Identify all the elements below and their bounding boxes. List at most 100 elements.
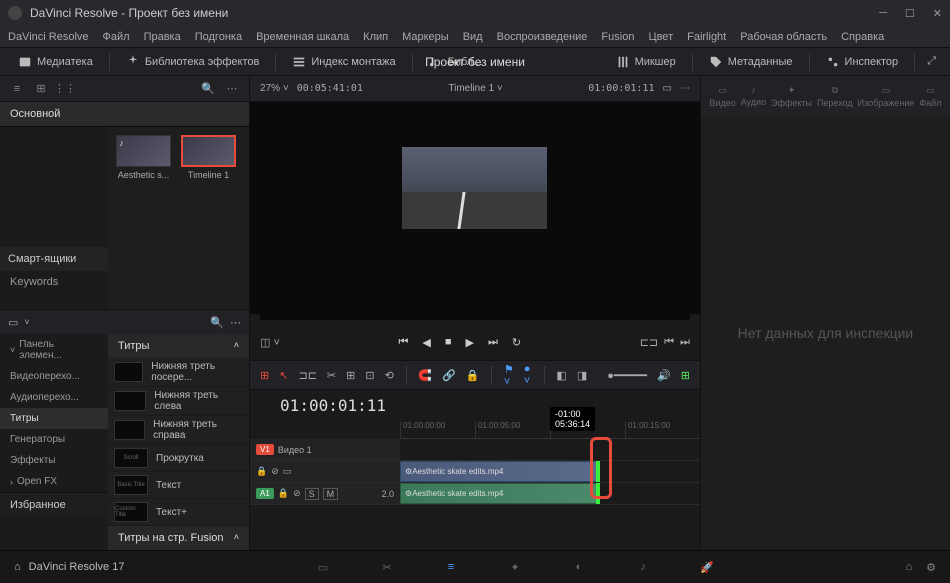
- mediateka-toggle[interactable]: Медиатека: [10, 52, 101, 72]
- nav-generators[interactable]: Генераторы: [0, 429, 108, 450]
- tab-transition[interactable]: ⧉Переход: [817, 85, 853, 108]
- tab-video[interactable]: ▭Видео: [709, 85, 735, 108]
- page-deliver[interactable]: 🚀: [695, 555, 719, 579]
- lock-button[interactable]: 🔒: [466, 369, 480, 382]
- page-color[interactable]: ◐: [567, 555, 591, 579]
- menu-file[interactable]: Файл: [103, 31, 130, 43]
- nav-audio-transitions[interactable]: Аудиоперехо...: [0, 387, 108, 408]
- next-edit-button[interactable]: ⏭: [680, 336, 690, 349]
- tab-file[interactable]: ▭Файл: [919, 85, 941, 108]
- menu-color[interactable]: Цвет: [648, 31, 673, 43]
- list-view-button[interactable]: ≡: [8, 80, 26, 98]
- clip-color-button[interactable]: ◧: [556, 369, 566, 382]
- effect-item[interactable]: Нижняя треть посере...: [108, 358, 249, 387]
- sort-button[interactable]: ⋮⋮: [56, 80, 74, 98]
- clip-thumb-timeline[interactable]: Timeline 1: [181, 135, 236, 180]
- effects-library-toggle[interactable]: Библиотека эффектов: [118, 52, 268, 72]
- flag-dropdown[interactable]: ⚑ ˅: [504, 363, 514, 388]
- mute-button[interactable]: M: [323, 488, 339, 500]
- customize-icon[interactable]: ⊞: [681, 369, 690, 382]
- viewer-mode-button[interactable]: ▭: [662, 83, 671, 94]
- clip-color-button-2[interactable]: ◨: [577, 369, 587, 382]
- marker-dropdown[interactable]: ● ˅: [524, 363, 532, 387]
- nav-openfx[interactable]: ›Open FX: [0, 471, 108, 492]
- options-icon[interactable]: ⋯: [230, 316, 241, 329]
- blade-tool[interactable]: ✂: [327, 369, 336, 382]
- menu-clip[interactable]: Клип: [363, 31, 388, 43]
- disable-icon[interactable]: ⊘: [271, 466, 279, 477]
- snap-button[interactable]: 🧲: [418, 369, 432, 382]
- tab-audio[interactable]: ♪Аудио: [741, 85, 766, 107]
- crop-tool-icon[interactable]: ◫ ˅: [260, 336, 280, 349]
- inspector-toggle[interactable]: Инспектор: [818, 52, 907, 72]
- smartbin-keywords[interactable]: Keywords: [0, 271, 108, 293]
- project-manager-icon[interactable]: ⌂: [905, 561, 912, 574]
- menu-workspace[interactable]: Рабочая область: [740, 31, 827, 43]
- timeline-selector[interactable]: Timeline 1 ˅: [448, 83, 502, 94]
- timeline-clip-video[interactable]: ⚙ Aesthetic skate edits.mp4: [400, 461, 600, 482]
- page-fusion[interactable]: ✦: [503, 555, 527, 579]
- overwrite-button[interactable]: ⊡: [365, 369, 374, 382]
- effect-item[interactable]: Нижняя треть слева: [108, 387, 249, 416]
- home-icon[interactable]: ⌂: [14, 561, 21, 573]
- mixer-toggle[interactable]: Микшер: [608, 52, 684, 72]
- zoom-slider[interactable]: ●━━━━━: [607, 369, 647, 382]
- track-header-a1[interactable]: A1 🔒 ⊘ S M 2.0: [250, 483, 400, 504]
- solo-button[interactable]: S: [305, 488, 319, 500]
- search-icon[interactable]: 🔍: [210, 316, 224, 329]
- nav-toolbox[interactable]: ˅Панель элемен...: [0, 334, 108, 366]
- timeline-view-icon[interactable]: ⊞: [260, 369, 269, 382]
- project-settings-icon[interactable]: ⚙: [926, 561, 936, 574]
- menu-help[interactable]: Справка: [841, 31, 884, 43]
- zoom-dropdown[interactable]: 27% ˅: [260, 83, 289, 94]
- maximize-button[interactable]: ☐: [905, 7, 915, 20]
- selection-tool[interactable]: ↖: [279, 369, 288, 382]
- chevron-down-icon[interactable]: ˅: [24, 317, 29, 327]
- effect-item[interactable]: Нижняя треть справа: [108, 416, 249, 445]
- menu-trim[interactable]: Подгонка: [195, 31, 242, 43]
- loop-button[interactable]: ↻: [512, 336, 521, 349]
- page-media[interactable]: ▭: [311, 555, 335, 579]
- minimize-button[interactable]: ─: [879, 7, 887, 20]
- volume-icon[interactable]: 🔊: [657, 369, 671, 382]
- trim-tool[interactable]: ⊐⊏: [298, 369, 316, 382]
- replace-button[interactable]: ⟲: [385, 369, 394, 382]
- scrubber[interactable]: [260, 314, 690, 320]
- timeline-clip-audio[interactable]: ⚙ Aesthetic skate edits.mp4: [400, 483, 600, 504]
- menu-edit[interactable]: Правка: [144, 31, 181, 43]
- match-frame-button[interactable]: ⊏⊐: [640, 336, 658, 349]
- expand-icon[interactable]: ⤢: [923, 55, 940, 68]
- menu-fairlight[interactable]: Fairlight: [687, 31, 726, 43]
- track-controls-v1[interactable]: 🔒 ⊘ ▭: [250, 461, 400, 482]
- page-cut[interactable]: ✂: [375, 555, 399, 579]
- options-icon[interactable]: ⋯: [223, 80, 241, 98]
- play-button[interactable]: ▶: [466, 336, 474, 349]
- effect-item[interactable]: Basic TitleТекст: [108, 472, 249, 499]
- nav-effects[interactable]: Эффекты: [0, 450, 108, 471]
- link-button[interactable]: 🔗: [442, 369, 456, 382]
- favorites-section[interactable]: Избранное: [0, 492, 108, 517]
- viewer-options-icon[interactable]: ⋯: [680, 83, 690, 94]
- close-button[interactable]: ✕: [933, 7, 942, 20]
- track-header-v1[interactable]: V1 Видео 1: [250, 439, 400, 460]
- menu-timeline[interactable]: Временная шкала: [256, 31, 349, 43]
- menu-fusion[interactable]: Fusion: [601, 31, 634, 43]
- lock-icon[interactable]: 🔒: [278, 488, 289, 499]
- menu-markers[interactable]: Маркеры: [402, 31, 449, 43]
- rect-icon[interactable]: ▭: [283, 466, 292, 477]
- viewer[interactable]: [250, 102, 700, 314]
- nav-video-transitions[interactable]: Видеоперехо...: [0, 366, 108, 387]
- page-edit[interactable]: ≡: [439, 555, 463, 579]
- effect-item[interactable]: ScrollПрокрутка: [108, 445, 249, 472]
- effects-view-icon[interactable]: ▭: [8, 316, 18, 329]
- play-reverse-button[interactable]: ◀: [422, 336, 430, 349]
- edit-index-toggle[interactable]: Индекс монтажа: [284, 52, 403, 72]
- nav-titles[interactable]: Титры: [0, 408, 108, 429]
- last-frame-button[interactable]: ⏭: [488, 336, 498, 349]
- thumb-view-button[interactable]: ⊞: [32, 80, 50, 98]
- first-frame-button[interactable]: ⏮: [398, 336, 408, 349]
- smartbins-header[interactable]: Смарт-ящики: [0, 247, 108, 271]
- prev-edit-button[interactable]: ⏮: [664, 336, 674, 349]
- bin-tab-main[interactable]: Основной: [0, 102, 249, 127]
- menu-davinci[interactable]: DaVinci Resolve: [8, 31, 89, 43]
